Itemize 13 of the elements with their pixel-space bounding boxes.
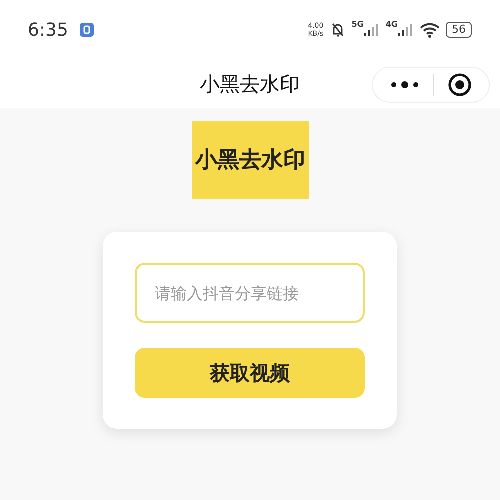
fetch-video-button[interactable]: 获取视频 (135, 348, 365, 398)
clock-time: 6:35 (28, 20, 68, 40)
page-title: 小黑去水印 (200, 70, 300, 98)
logo-title: 小黑去水印 (192, 121, 308, 199)
network-label: 4G (386, 20, 398, 29)
battery-indicator: 56 (446, 22, 472, 38)
network-label: 5G (352, 20, 364, 29)
signal-icon (398, 24, 414, 36)
link-input-field[interactable]: 请输入抖音分享链接 (135, 263, 365, 323)
muted-bell-icon (330, 22, 346, 38)
more-icon[interactable] (390, 81, 420, 89)
wifi-icon (420, 22, 440, 38)
signal-icon (364, 24, 380, 36)
